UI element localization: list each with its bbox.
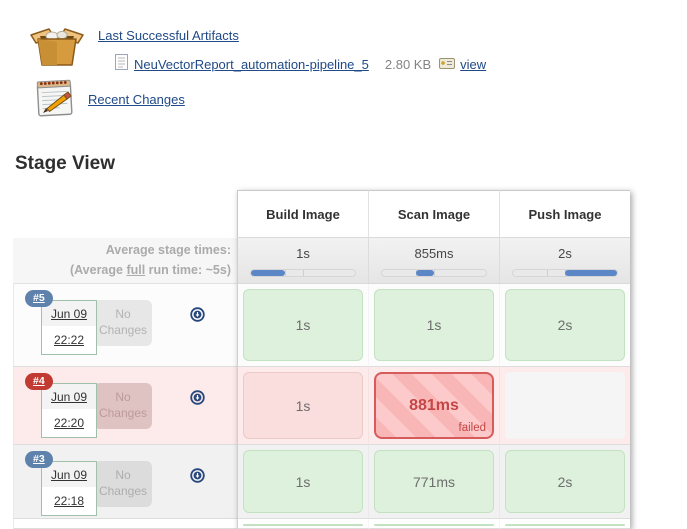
table-row-run4-header: #4 Jun 09 22:20 No Changes	[13, 367, 237, 445]
stage-cell-run5-push[interactable]: 2s	[505, 289, 625, 361]
stage-cell-partial-scan[interactable]	[374, 524, 494, 526]
stage-cell-run3-scan[interactable]: 771ms	[374, 450, 494, 513]
package-icon	[28, 22, 86, 75]
run4-cell-push	[499, 367, 630, 445]
run3-cell-build: 1s	[237, 445, 368, 519]
stage-cell-run4-scan-failed[interactable]: 881ms failed	[374, 372, 494, 439]
average-cell-scan: 855ms	[368, 238, 499, 284]
stage-cell-run4-push-empty	[505, 372, 625, 439]
stage-cell-partial-push[interactable]	[505, 524, 625, 526]
run3-datetime-link[interactable]: Jun 09 22:18	[41, 461, 97, 516]
partial-cell-build	[237, 519, 368, 529]
average-cell-push: 2s	[499, 238, 630, 284]
recent-changes-link[interactable]: Recent Changes	[88, 92, 185, 107]
build-badge-5[interactable]: #5	[25, 290, 53, 307]
table-row-run5-header: #5 Jun 09 22:22 No Changes	[13, 284, 237, 367]
artifact-file-link[interactable]: NeuVectorReport_automation-pipeline_5	[134, 57, 369, 72]
last-successful-artifacts-section: Last Successful Artifacts NeuVectorRepor…	[28, 22, 486, 75]
run4-datetime-link[interactable]: Jun 09 22:20	[41, 383, 97, 438]
run4-cell-scan: 881ms failed	[368, 367, 499, 445]
failed-status-label: failed	[459, 422, 487, 434]
run5-cell-build: 1s	[237, 284, 368, 367]
run5-cell-push: 2s	[499, 284, 630, 367]
last-successful-artifacts-link[interactable]: Last Successful Artifacts	[98, 28, 239, 43]
run3-no-changes-label: No Changes	[94, 461, 152, 507]
page-title: Stage View	[15, 153, 115, 175]
stage-time-bar-build	[250, 269, 356, 277]
average-time-scan: 855ms	[369, 246, 499, 261]
run3-cell-push: 2s	[499, 445, 630, 519]
build-badge-3[interactable]: #3	[25, 451, 53, 468]
run4-changes-clock-icon[interactable]	[190, 390, 205, 410]
column-header-scan-image: Scan Image	[368, 190, 499, 238]
column-header-build-image: Build Image	[237, 190, 368, 238]
document-icon	[115, 54, 128, 75]
stage-cell-run3-build[interactable]: 1s	[243, 450, 363, 513]
average-time-build: 1s	[238, 246, 368, 261]
run5-cell-scan: 1s	[368, 284, 499, 367]
build-badge-4[interactable]: #4	[25, 373, 53, 390]
stage-cell-run5-scan[interactable]: 1s	[374, 289, 494, 361]
failed-stage-duration: 881ms	[409, 397, 459, 415]
header-spacer-cell	[13, 190, 237, 238]
partial-cell-scan	[368, 519, 499, 529]
run5-datetime-link[interactable]: Jun 09 22:22	[41, 300, 97, 355]
run3-changes-clock-icon[interactable]	[190, 468, 205, 488]
table-row-run3-header: #3 Jun 09 22:18 No Changes	[13, 445, 237, 519]
stage-cell-partial-build[interactable]	[243, 524, 363, 526]
run5-time: 22:22	[42, 327, 96, 354]
stage-view-table: Build Image Scan Image Push Image Averag…	[13, 190, 630, 529]
stage-cell-run4-build[interactable]: 1s	[243, 372, 363, 439]
fingerprint-icon	[439, 56, 455, 74]
partial-cell-push	[499, 519, 630, 529]
notepad-icon	[34, 76, 76, 123]
run4-time: 22:20	[42, 410, 96, 437]
average-time-push: 2s	[500, 246, 630, 261]
stage-cell-run3-push[interactable]: 2s	[505, 450, 625, 513]
table-row-partial-header	[13, 519, 237, 529]
average-stage-times-label: Average stage times: (Average full run t…	[13, 238, 237, 284]
run5-changes-clock-icon[interactable]	[190, 307, 205, 327]
run5-no-changes-label: No Changes	[94, 300, 152, 346]
run3-time: 22:18	[42, 488, 96, 515]
column-header-push-image: Push Image	[499, 190, 630, 238]
run4-no-changes-label: No Changes	[94, 383, 152, 429]
stage-cell-run5-build[interactable]: 1s	[243, 289, 363, 361]
average-cell-build: 1s	[237, 238, 368, 284]
stage-time-bar-push	[512, 269, 618, 277]
recent-changes-section: Recent Changes	[34, 76, 185, 123]
run4-cell-build: 1s	[237, 367, 368, 445]
run3-cell-scan: 771ms	[368, 445, 499, 519]
artifact-file-size: 2.80 KB	[385, 57, 431, 72]
artifact-view-link[interactable]: view	[460, 57, 486, 72]
stage-time-bar-scan	[381, 269, 487, 277]
